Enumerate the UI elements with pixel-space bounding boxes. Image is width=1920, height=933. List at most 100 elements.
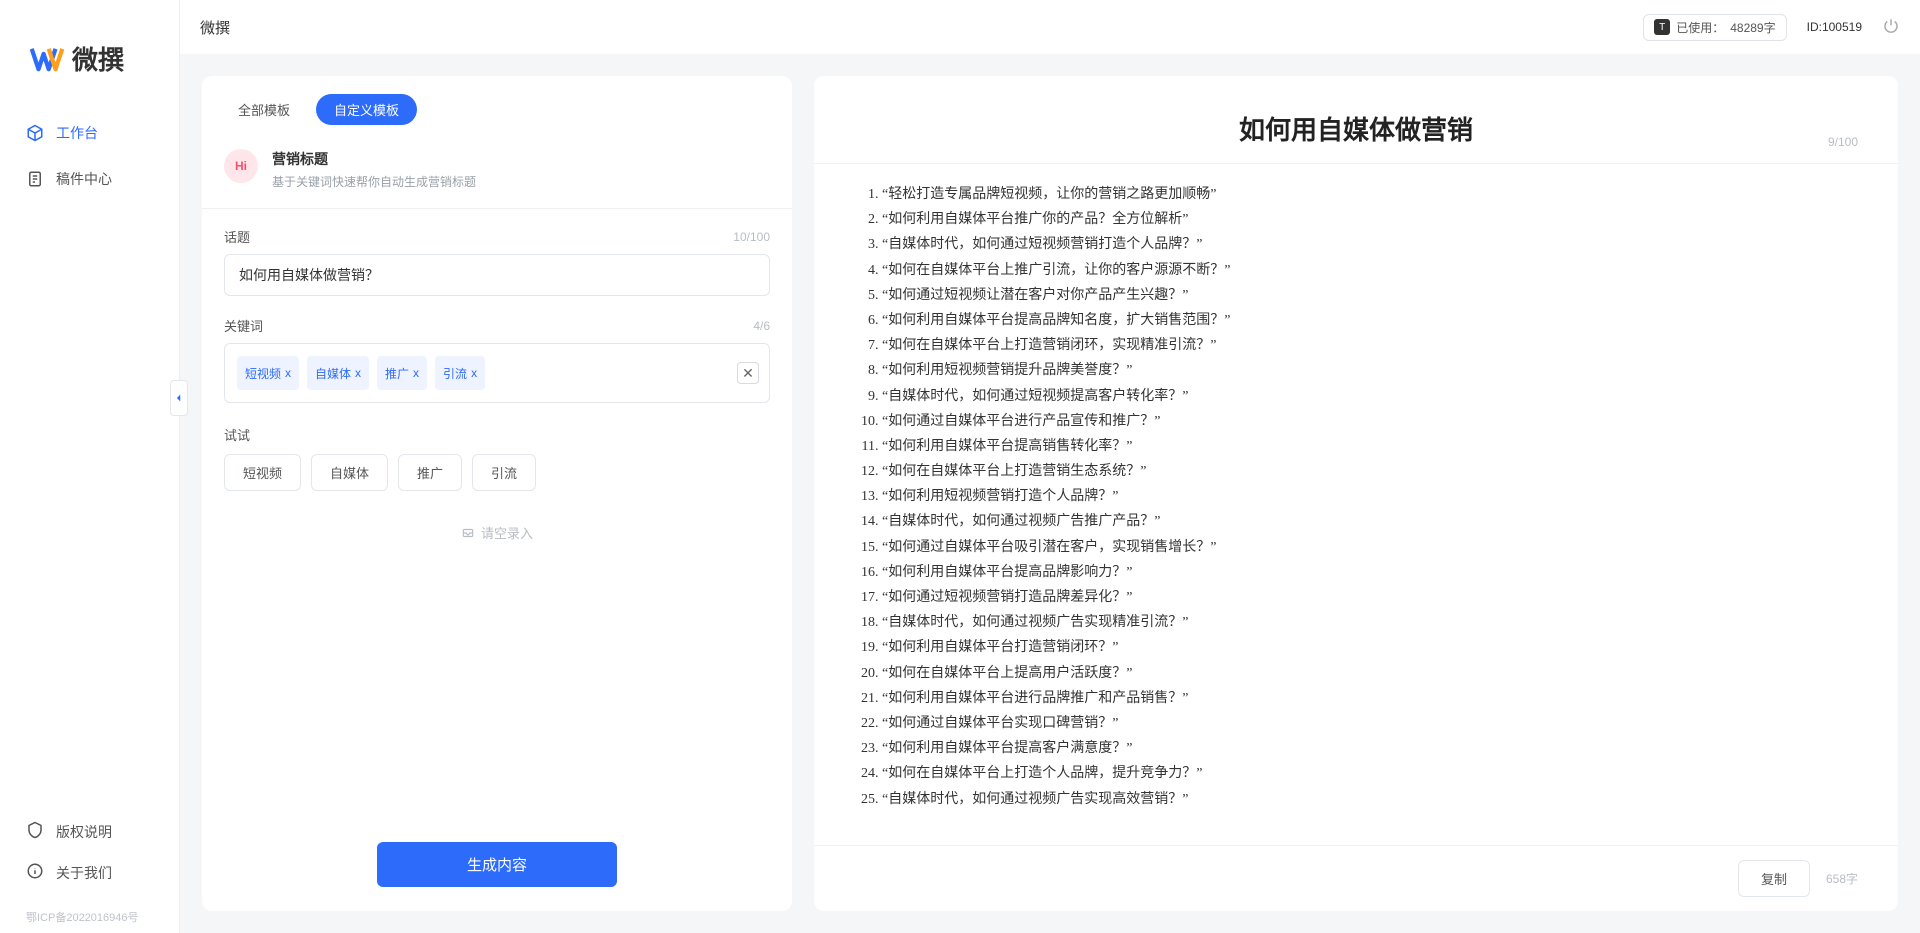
result-item: “自媒体时代，如何通过视频广告推广产品？”: [882, 509, 1858, 534]
template-desc: 基于关键词快速帮你自动生成营销标题: [272, 173, 476, 190]
result-item: “如何利用短视频营销打造个人品牌？”: [882, 484, 1858, 509]
template-tabs: 全部模板 自定义模板: [202, 76, 792, 135]
power-button[interactable]: [1882, 17, 1900, 38]
main-area: 微撰 T 已使用： 48289字 ID:100519 全部模板 自定义模板 Hi: [180, 0, 1920, 933]
sidebar: 微撰 工作台 稿件中心 版权说明: [0, 0, 180, 933]
result-item: “如何利用自媒体平台提高客户满意度？”: [882, 736, 1858, 761]
topic-counter: 10/100: [733, 230, 770, 244]
output-title: 如何用自媒体做营销: [854, 110, 1858, 147]
char-count: 658字: [1826, 870, 1858, 887]
usage-indicator[interactable]: T 已使用： 48289字: [1643, 14, 1786, 41]
output-body: “轻松打造专属品牌短视频，让你的营销之路更加顺畅”“如何利用自媒体平台推广你的产…: [814, 164, 1898, 845]
result-item: “如何通过自媒体平台实现口碑营销？”: [882, 711, 1858, 736]
result-item: “如何利用自媒体平台进行品牌推广和产品销售？”: [882, 686, 1858, 711]
tab-all-templates[interactable]: 全部模板: [220, 94, 308, 125]
copy-button[interactable]: 复制: [1738, 860, 1810, 897]
result-list: “轻松打造专属品牌短视频，让你的营销之路更加顺畅”“如何利用自媒体平台推广你的产…: [854, 182, 1858, 812]
sidebar-item-label: 工作台: [56, 123, 98, 143]
result-item: “自媒体时代，如何通过短视频营销打造个人品牌？”: [882, 232, 1858, 257]
topic-input[interactable]: [224, 254, 770, 296]
sidebar-item-drafts[interactable]: 稿件中心: [12, 159, 167, 199]
power-icon: [1882, 17, 1900, 35]
close-icon[interactable]: x: [285, 366, 291, 380]
sidebar-item-copyright[interactable]: 版权说明: [12, 811, 167, 852]
keyword-tag[interactable]: 自媒体x: [307, 356, 369, 390]
keywords-label: 关键词: [224, 316, 263, 335]
input-panel: 全部模板 自定义模板 Hi 营销标题 基于关键词快速帮你自动生成营销标题 话题 …: [202, 76, 792, 911]
close-icon[interactable]: x: [413, 366, 419, 380]
info-icon: [26, 862, 44, 883]
output-footer: 复制 658字: [814, 845, 1898, 911]
topbar: 微撰 T 已使用： 48289字 ID:100519: [180, 0, 1920, 54]
sidebar-item-workspace[interactable]: 工作台: [12, 113, 167, 153]
sidebar-bottom: 版权说明 关于我们: [0, 811, 179, 909]
tab-custom-templates[interactable]: 自定义模板: [316, 94, 417, 125]
keyword-tag[interactable]: 推广x: [377, 356, 427, 390]
result-item: “如何利用短视频营销提升品牌美誉度？”: [882, 358, 1858, 383]
close-icon[interactable]: x: [471, 366, 477, 380]
result-item: “如何在自媒体平台上打造个人品牌，提升竞争力？”: [882, 761, 1858, 786]
result-item: “如何在自媒体平台上推广引流，让你的客户源源不断？”: [882, 258, 1858, 283]
logo-icon: [30, 42, 64, 76]
result-item: “如何通过自媒体平台进行产品宣传和推广？”: [882, 409, 1858, 434]
keywords-input[interactable]: 短视频x 自媒体x 推广x 引流x ✕: [224, 343, 770, 403]
result-item: “如何利用自媒体平台推广你的产品？全方位解析”: [882, 207, 1858, 232]
suggestion-chip[interactable]: 推广: [398, 454, 462, 491]
keywords-counter: 4/6: [753, 319, 770, 333]
text-icon: T: [1654, 19, 1670, 35]
result-item: “如何通过自媒体平台吸引潜在客户，实现销售增长？”: [882, 535, 1858, 560]
template-icon: Hi: [224, 149, 258, 183]
output-title-counter: 9/100: [1828, 135, 1858, 149]
suggestion-chip[interactable]: 引流: [472, 454, 536, 491]
user-id: ID:100519: [1807, 20, 1862, 34]
output-panel: 如何用自媒体做营销 9/100 “轻松打造专属品牌短视频，让你的营销之路更加顺畅…: [814, 76, 1898, 911]
sidebar-item-about[interactable]: 关于我们: [12, 852, 167, 893]
chevron-left-icon: [174, 393, 184, 403]
close-icon[interactable]: x: [355, 366, 361, 380]
result-item: “自媒体时代，如何通过视频广告实现高效营销？”: [882, 787, 1858, 812]
suggestion-chip[interactable]: 自媒体: [311, 454, 388, 491]
result-item: “如何利用自媒体平台提高品牌影响力？”: [882, 560, 1858, 585]
result-item: “自媒体时代，如何通过短视频提高客户转化率？”: [882, 384, 1858, 409]
sidebar-collapse-handle[interactable]: [170, 380, 188, 416]
icp-text: 鄂ICP备2022016946号: [0, 909, 179, 933]
document-icon: [26, 170, 44, 188]
inbox-icon: [461, 526, 475, 540]
result-item: “如何利用自媒体平台提高销售转化率？”: [882, 434, 1858, 459]
output-header: 如何用自媒体做营销 9/100: [814, 76, 1898, 164]
empty-hint: 请空录入: [224, 513, 770, 562]
result-item: “如何利用自媒体平台提高品牌知名度，扩大销售范围？”: [882, 308, 1858, 333]
clear-keywords-button[interactable]: ✕: [737, 362, 759, 384]
sidebar-item-label: 版权说明: [56, 822, 112, 842]
template-header: Hi 营销标题 基于关键词快速帮你自动生成营销标题: [202, 135, 792, 209]
page-title: 微撰: [200, 17, 230, 38]
keyword-tag[interactable]: 引流x: [435, 356, 485, 390]
try-label: 试试: [224, 425, 770, 444]
content-area: 全部模板 自定义模板 Hi 营销标题 基于关键词快速帮你自动生成营销标题 话题 …: [180, 54, 1920, 933]
logo-text: 微撰: [72, 40, 124, 77]
suggestion-row: 短视频 自媒体 推广 引流: [224, 454, 770, 491]
result-item: “如何通过短视频让潜在客户对你产品产生兴趣？”: [882, 283, 1858, 308]
suggestion-chip[interactable]: 短视频: [224, 454, 301, 491]
result-item: “自媒体时代，如何通过视频广告实现精准引流？”: [882, 610, 1858, 635]
keyword-tag[interactable]: 短视频x: [237, 356, 299, 390]
sidebar-item-label: 关于我们: [56, 863, 112, 883]
result-item: “如何在自媒体平台上打造营销生态系统？”: [882, 459, 1858, 484]
sidebar-item-label: 稿件中心: [56, 169, 112, 189]
generate-row: 生成内容: [202, 826, 792, 911]
form-body: 话题 10/100 关键词 4/6 短视频x 自媒体x 推广x 引流x ✕: [202, 209, 792, 826]
result-item: “如何利用自媒体平台打造营销闭环？”: [882, 635, 1858, 660]
logo: 微撰: [0, 0, 179, 113]
usage-label: 已使用：: [1676, 19, 1724, 36]
result-item: “轻松打造专属品牌短视频，让你的营销之路更加顺畅”: [882, 182, 1858, 207]
result-item: “如何在自媒体平台上打造营销闭环，实现精准引流？”: [882, 333, 1858, 358]
generate-button[interactable]: 生成内容: [377, 842, 617, 887]
result-item: “如何通过短视频营销打造品牌差异化？”: [882, 585, 1858, 610]
usage-value: 48289字: [1730, 19, 1775, 36]
result-item: “如何在自媒体平台上提高用户活跃度？”: [882, 661, 1858, 686]
cube-icon: [26, 124, 44, 142]
shield-icon: [26, 821, 44, 842]
sidebar-nav: 工作台 稿件中心: [0, 113, 179, 811]
template-title: 营销标题: [272, 149, 476, 169]
topic-label: 话题: [224, 227, 250, 246]
